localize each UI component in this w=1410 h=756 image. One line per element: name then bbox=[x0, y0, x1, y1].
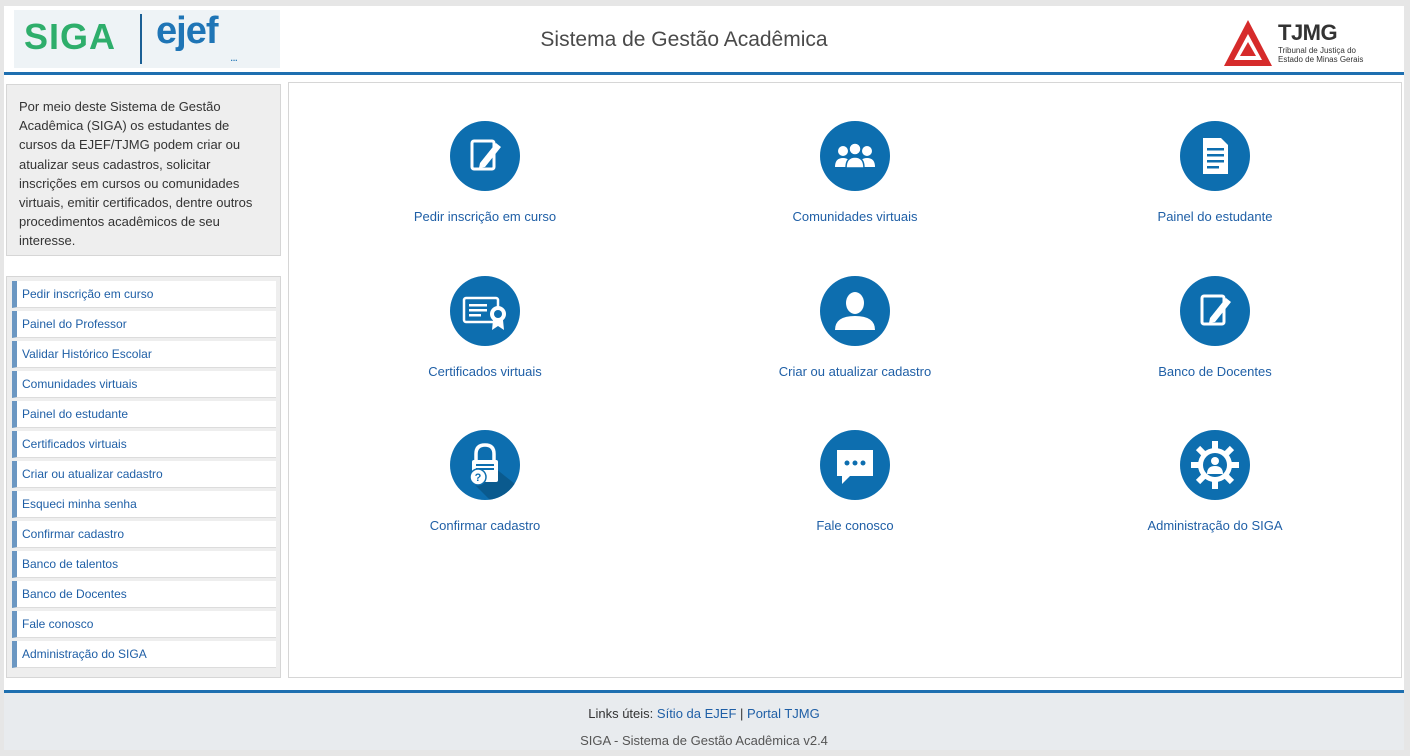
tjmg-subtitle-line2: Estado de Minas Gerais bbox=[1278, 55, 1364, 64]
user-icon bbox=[820, 276, 890, 346]
tile-label: Pedir inscrição em curso bbox=[413, 209, 557, 224]
tile-criar-cadastro[interactable]: Criar ou atualizar cadastro bbox=[675, 276, 1035, 406]
sidebar-item-confirmar-cadastro[interactable]: Confirmar cadastro bbox=[12, 521, 276, 548]
footer-links-label: Links úteis: bbox=[588, 706, 654, 721]
tile-label: Comunidades virtuais bbox=[792, 209, 918, 224]
footer-link-tjmg[interactable]: Portal TJMG bbox=[747, 706, 820, 721]
tile-pedir-inscricao[interactable]: Pedir inscrição em curso bbox=[305, 121, 665, 251]
tile-administracao[interactable]: Administração do SIGA bbox=[1035, 430, 1395, 560]
sidebar-item-banco-talentos[interactable]: Banco de talentos bbox=[12, 551, 276, 578]
tile-fale-conosco[interactable]: Fale conosco bbox=[675, 430, 1035, 560]
page: SIGA ejef ... Sistema de Gestão Acadêmic… bbox=[4, 6, 1404, 750]
footer-link-separator: | bbox=[740, 706, 744, 721]
sidebar-item-banco-docentes[interactable]: Banco de Docentes bbox=[12, 581, 276, 608]
footer: Links úteis: Sítio da EJEF | Portal TJMG… bbox=[4, 693, 1404, 750]
tjmg-logo[interactable]: TJMG Tribunal de Justiça do Estado de Mi… bbox=[1222, 18, 1392, 70]
header: SIGA ejef ... Sistema de Gestão Acadêmic… bbox=[4, 6, 1404, 72]
gear-user-icon bbox=[1180, 430, 1250, 500]
svg-text:?: ? bbox=[475, 472, 482, 484]
tjmg-subtitle-line1: Tribunal de Justiça do bbox=[1278, 46, 1356, 55]
tile-banco-docentes[interactable]: Banco de Docentes bbox=[1035, 276, 1395, 406]
sidebar-item-comunidades-virtuais[interactable]: Comunidades virtuais bbox=[12, 371, 276, 398]
tile-label: Banco de Docentes bbox=[1158, 364, 1272, 379]
lock-question-icon: ? bbox=[450, 430, 520, 500]
tile-label: Fale conosco bbox=[816, 518, 894, 533]
edit-icon bbox=[1180, 276, 1250, 346]
group-icon bbox=[820, 121, 890, 191]
sidebar-item-criar-cadastro[interactable]: Criar ou atualizar cadastro bbox=[12, 461, 276, 488]
sidebar-item-painel-estudante[interactable]: Painel do estudante bbox=[12, 401, 276, 428]
tile-label: Administração do SIGA bbox=[1147, 518, 1283, 533]
document-icon bbox=[1180, 121, 1250, 191]
footer-version: SIGA - Sistema de Gestão Acadêmica v2.4 bbox=[580, 733, 828, 748]
page-title-text: Sistema de Gestão Acadêmica bbox=[540, 28, 828, 51]
tile-comunidades-virtuais[interactable]: Comunidades virtuais bbox=[675, 121, 1035, 251]
tile-confirmar-cadastro[interactable]: ? Confirmar cadastro bbox=[305, 430, 665, 560]
sidebar-item-pedir-inscricao[interactable]: Pedir inscrição em curso bbox=[12, 281, 276, 308]
sidebar-item-esqueci-senha[interactable]: Esqueci minha senha bbox=[12, 491, 276, 518]
tile-label: Certificados virtuais bbox=[428, 364, 542, 379]
tile-label: Confirmar cadastro bbox=[429, 518, 541, 533]
header-divider bbox=[4, 72, 1404, 75]
intro-text-box: Por meio deste Sistema de Gestão Acadêmi… bbox=[6, 84, 281, 256]
certificate-icon bbox=[450, 276, 520, 346]
page-title: Sistema de Gestão Acadêmica bbox=[4, 28, 1364, 52]
sidebar-item-fale-conosco[interactable]: Fale conosco bbox=[12, 611, 276, 638]
footer-links: Links úteis: Sítio da EJEF | Portal TJMG bbox=[4, 706, 1404, 721]
edit-icon bbox=[450, 121, 520, 191]
tile-label: Painel do estudante bbox=[1157, 209, 1273, 224]
tjmg-triangle-icon bbox=[1224, 20, 1272, 66]
sidebar-menu: Pedir inscrição em curso Painel do Profe… bbox=[6, 276, 281, 678]
tjmg-name: TJMG bbox=[1278, 20, 1338, 45]
tile-certificados-virtuais[interactable]: Certificados virtuais bbox=[305, 276, 665, 406]
chat-icon bbox=[820, 430, 890, 500]
tile-painel-estudante[interactable]: Painel do estudante bbox=[1035, 121, 1395, 251]
sidebar-item-certificados-virtuais[interactable]: Certificados virtuais bbox=[12, 431, 276, 458]
tile-label: Criar ou atualizar cadastro bbox=[778, 364, 932, 379]
sidebar-item-validar-historico[interactable]: Validar Histórico Escolar bbox=[12, 341, 276, 368]
tjmg-subtitle: Tribunal de Justiça do Estado de Minas G… bbox=[1278, 46, 1363, 64]
footer-link-ejef[interactable]: Sítio da EJEF bbox=[657, 706, 736, 721]
sidebar-item-administracao[interactable]: Administração do SIGA bbox=[12, 641, 276, 668]
sidebar-item-painel-professor[interactable]: Painel do Professor bbox=[12, 311, 276, 338]
ejef-logo-dots: ... bbox=[230, 50, 238, 64]
main-panel: Pedir inscrição em curso Comunidades vir… bbox=[288, 82, 1402, 678]
intro-text: Por meio deste Sistema de Gestão Acadêmi… bbox=[19, 99, 253, 249]
